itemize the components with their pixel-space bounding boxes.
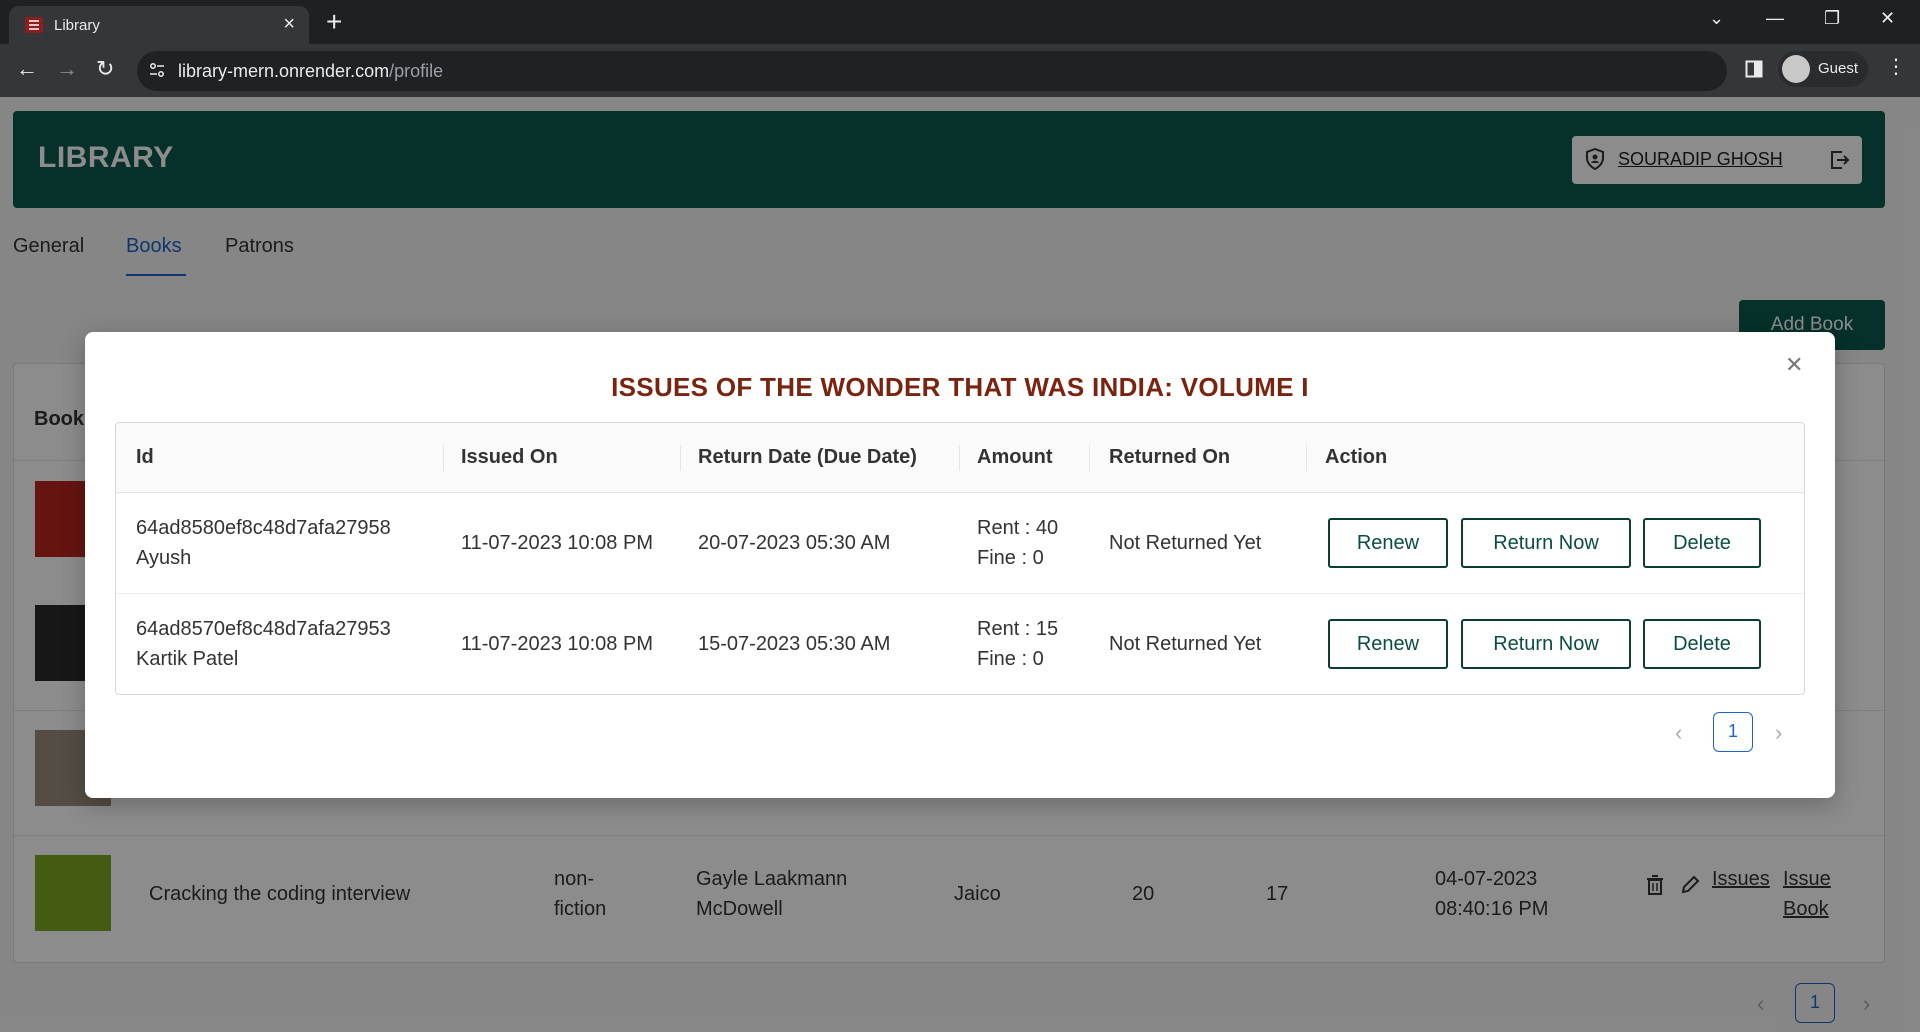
column-header: Return Date (Due Date)	[698, 446, 917, 468]
profile-label: Guest	[1818, 60, 1859, 77]
browser-tab-bar: Library × + ⌄ — ❐ ✕	[0, 0, 1920, 44]
table-row: 64ad8580ef8c48d7afa27958 Ayush 11-07-2023…	[116, 493, 1804, 594]
return-now-button[interactable]: Return Now	[1461, 518, 1631, 568]
browser-menu-icon[interactable]: ⋮	[1886, 54, 1906, 79]
prev-page-icon[interactable]: ‹	[1675, 720, 1682, 746]
column-divider	[443, 445, 444, 471]
modal-title: ISSUES OF THE WONDER THAT WAS INDIA: VOL…	[611, 372, 1309, 402]
issue-id-cell: 64ad8580ef8c48d7afa27958 Ayush	[136, 517, 391, 569]
browser-tab-title: Library	[54, 17, 100, 34]
column-divider	[680, 445, 681, 471]
column-header: Id	[136, 446, 154, 468]
column-divider	[1089, 445, 1090, 471]
issues-table: Id Issued On Return Date (Due Date) Amou…	[115, 422, 1805, 695]
amount-cell: Rent : 40 Fine : 0	[977, 517, 1059, 569]
renew-button[interactable]: Renew	[1328, 518, 1448, 568]
site-info-icon[interactable]	[149, 62, 165, 78]
issues-table-header: Id Issued On Return Date (Due Date) Amou…	[116, 423, 1804, 493]
forward-icon[interactable]: →	[56, 56, 78, 82]
side-panel-icon[interactable]	[1745, 60, 1763, 78]
browser-toolbar: ← → ↻ library-mern.onrender.com/profile …	[0, 44, 1920, 97]
browser-tab[interactable]: Library ×	[9, 6, 309, 44]
delete-issue-button[interactable]: Delete	[1643, 518, 1761, 568]
issued-on-cell: 11-07-2023 10:08 PM	[461, 532, 653, 554]
address-bar[interactable]: library-mern.onrender.com/profile	[137, 51, 1727, 91]
tab-close-icon[interactable]: ×	[283, 13, 295, 36]
tab-search-icon[interactable]: ⌄	[1709, 8, 1724, 29]
returned-on-cell: Not Returned Yet	[1109, 633, 1262, 655]
next-page-icon[interactable]: ›	[1775, 720, 1782, 746]
amount-cell: Rent : 15 Fine : 0	[977, 618, 1059, 670]
issued-on-cell: 11-07-2023 10:08 PM	[461, 633, 653, 655]
delete-issue-button[interactable]: Delete	[1643, 619, 1761, 669]
column-divider	[1306, 445, 1307, 471]
renew-button[interactable]: Renew	[1328, 619, 1448, 669]
due-date-cell: 20-07-2023 05:30 AM	[698, 532, 891, 554]
issues-modal: ✕ ISSUES OF THE WONDER THAT WAS INDIA: V…	[85, 332, 1835, 798]
column-header: Returned On	[1109, 446, 1231, 468]
window-close-icon[interactable]: ✕	[1880, 8, 1895, 29]
return-now-button[interactable]: Return Now	[1461, 619, 1631, 669]
column-divider	[959, 445, 960, 471]
back-icon[interactable]: ←	[16, 56, 38, 82]
profile-button[interactable]: Guest	[1778, 51, 1868, 87]
minimize-icon[interactable]: —	[1766, 8, 1784, 29]
column-header: Amount	[977, 446, 1053, 468]
maximize-icon[interactable]: ❐	[1824, 8, 1840, 29]
profile-avatar-icon	[1782, 55, 1810, 83]
column-header: Action	[1325, 446, 1388, 468]
library-favicon-icon	[25, 17, 43, 33]
new-tab-icon[interactable]: +	[326, 8, 342, 36]
table-row: 64ad8570ef8c48d7afa27953 Kartik Patel 11-…	[116, 594, 1804, 695]
column-header: Issued On	[461, 446, 558, 468]
url-text: library-mern.onrender.com/profile	[178, 61, 444, 81]
returned-on-cell: Not Returned Yet	[1109, 532, 1262, 554]
reload-icon[interactable]: ↻	[96, 56, 114, 82]
page-number-button[interactable]: 1	[1713, 712, 1753, 752]
due-date-cell: 15-07-2023 05:30 AM	[698, 633, 891, 655]
issue-id-cell: 64ad8570ef8c48d7afa27953 Kartik Patel	[136, 618, 391, 670]
